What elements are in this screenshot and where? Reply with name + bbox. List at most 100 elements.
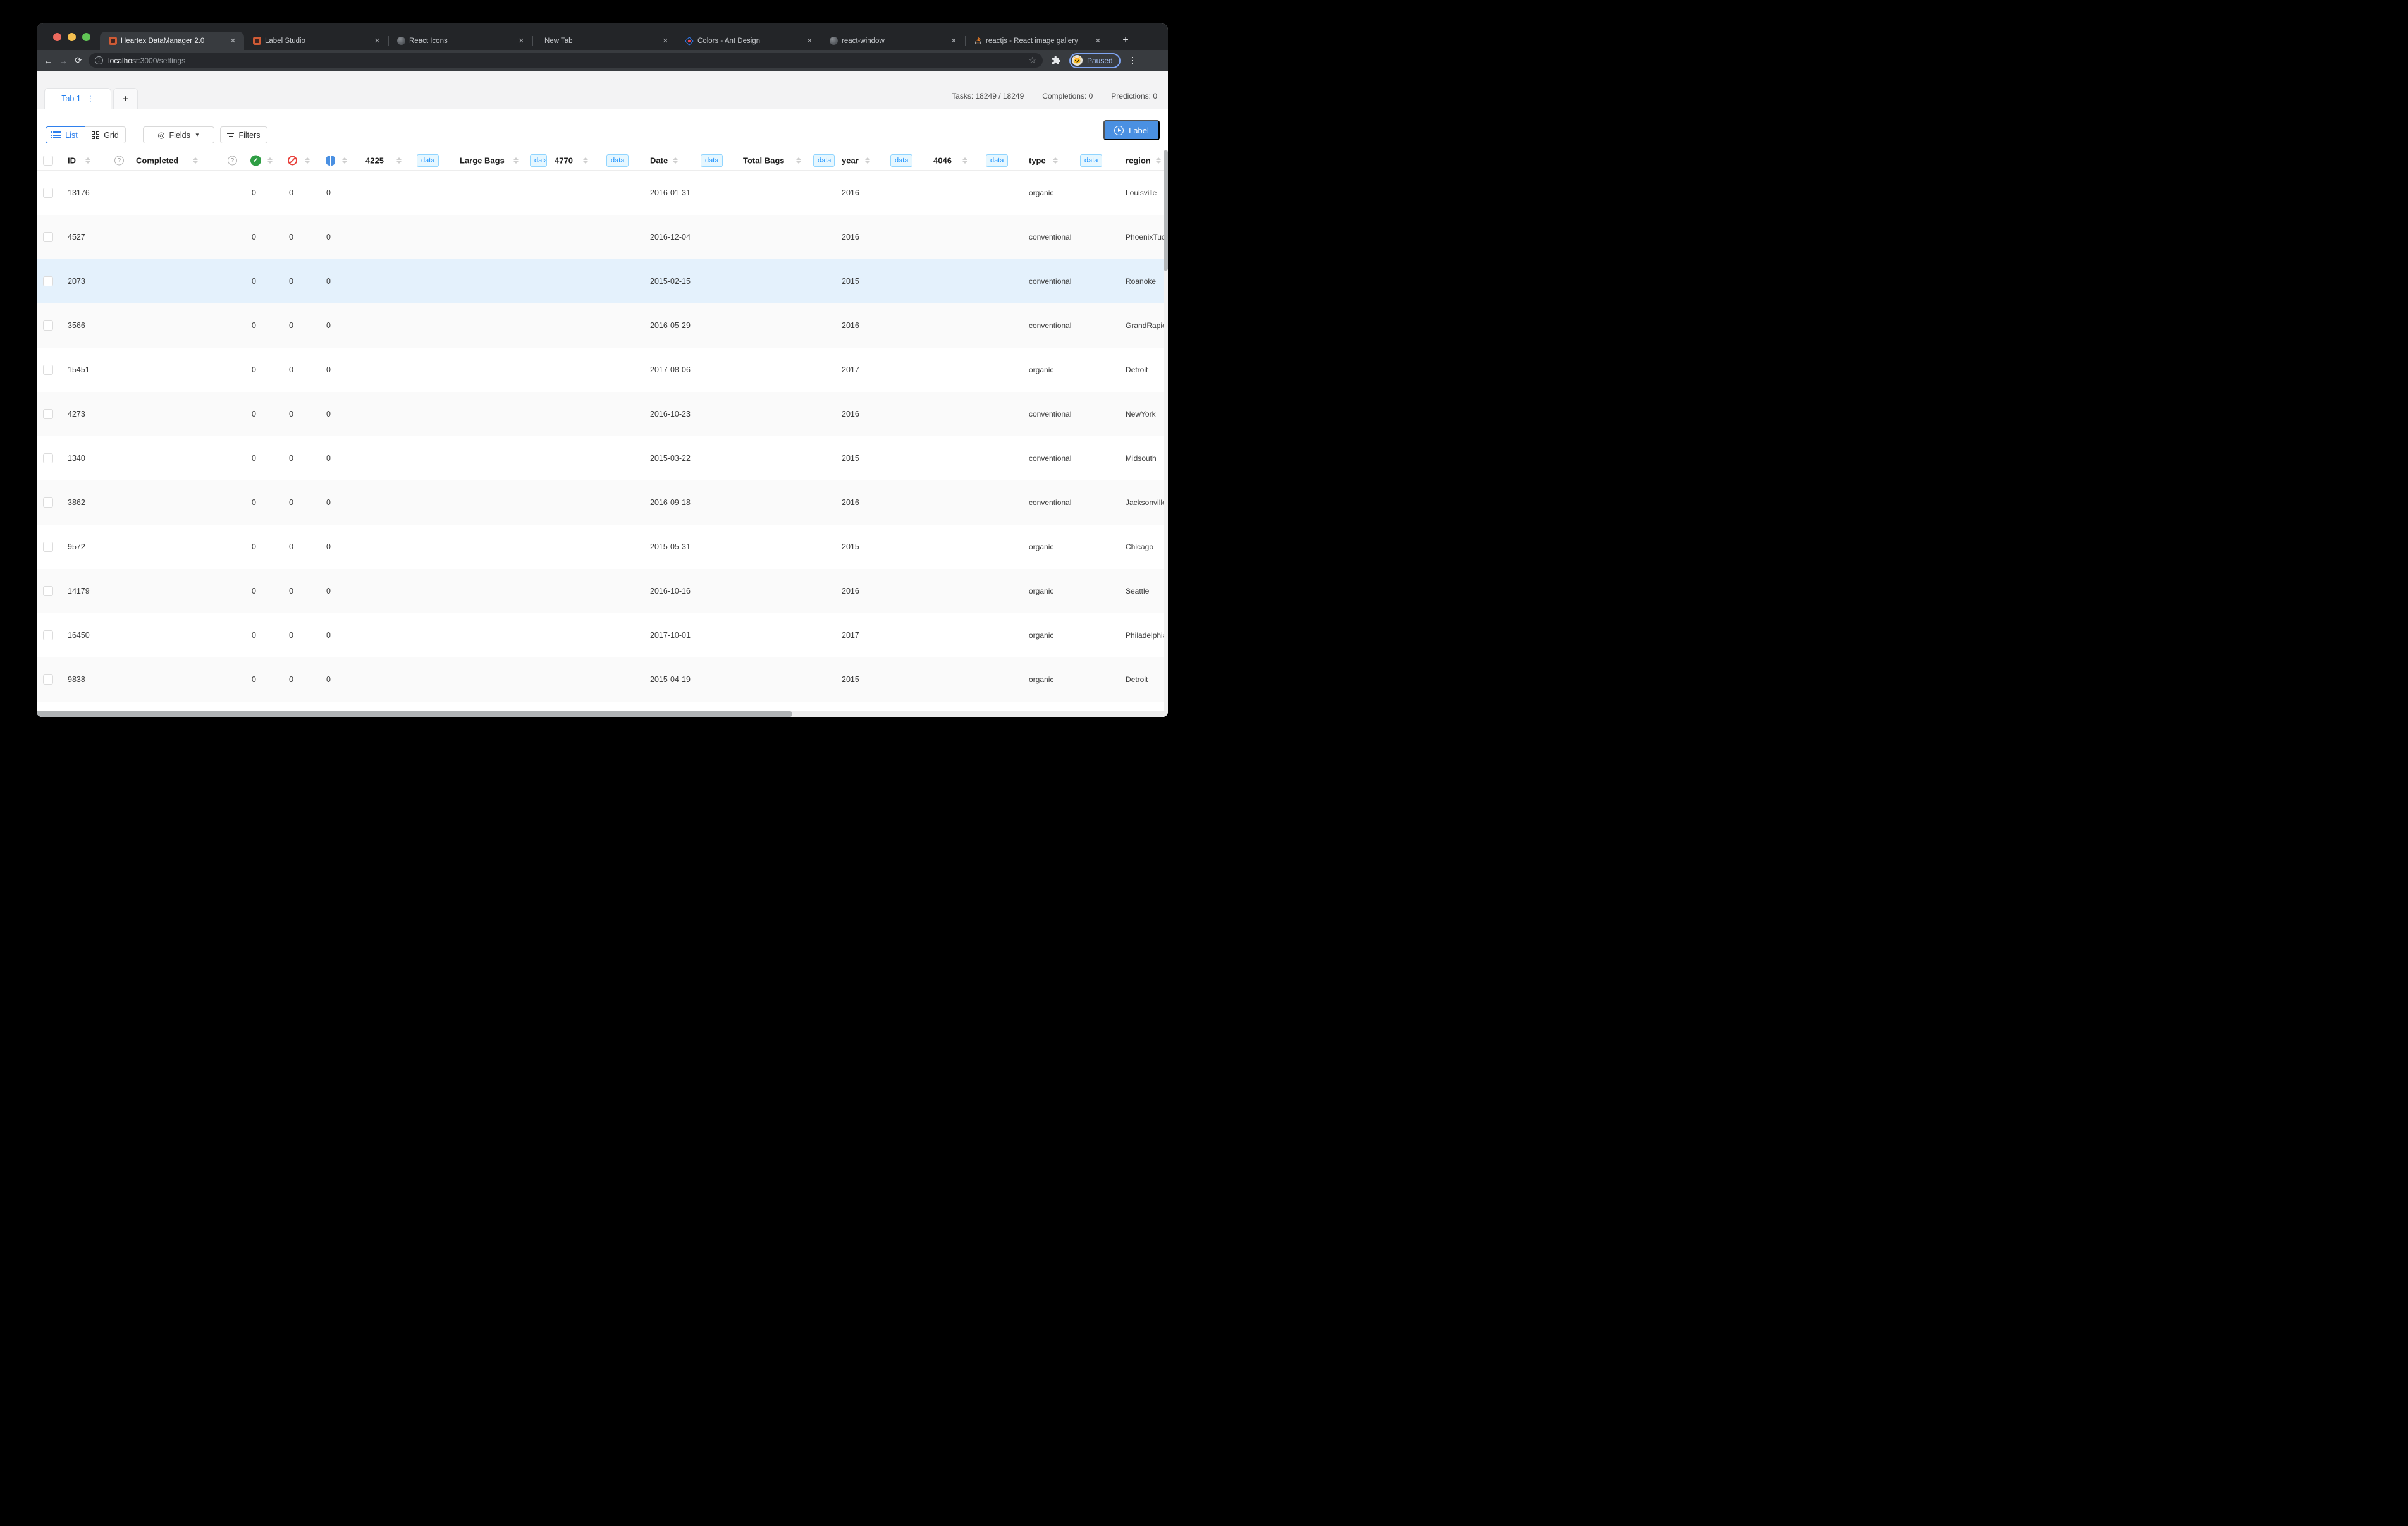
close-tab-icon[interactable]: ✕ xyxy=(228,37,238,45)
column-total-bags[interactable]: Total Bags xyxy=(743,156,785,165)
row-checkbox[interactable] xyxy=(43,320,53,331)
horizontal-scrollbar-thumb[interactable] xyxy=(37,711,792,717)
vertical-scrollbar[interactable] xyxy=(1164,150,1168,711)
column-region[interactable]: region xyxy=(1126,156,1151,165)
back-icon[interactable]: ← xyxy=(40,56,56,66)
extensions-icon[interactable] xyxy=(1052,56,1061,65)
help-icon[interactable]: ? xyxy=(114,156,124,165)
data-badge: data xyxy=(1080,154,1102,167)
sort-icon[interactable] xyxy=(583,157,588,164)
list-view-button[interactable]: List xyxy=(46,126,85,143)
column-id[interactable]: ID xyxy=(68,156,76,165)
column-type[interactable]: type xyxy=(1029,156,1046,165)
sort-icon[interactable] xyxy=(342,157,347,164)
close-tab-icon[interactable]: ✕ xyxy=(661,37,670,45)
chrome-tab[interactable]: Label Studio✕ xyxy=(244,32,388,50)
sort-icon[interactable] xyxy=(962,157,968,164)
close-tab-icon[interactable]: ✕ xyxy=(949,37,959,45)
help-icon[interactable]: ? xyxy=(228,156,237,165)
page-info-icon[interactable]: i xyxy=(95,56,103,64)
column-year[interactable]: year xyxy=(842,156,859,165)
profile-badge[interactable]: 🐱 Paused xyxy=(1069,53,1121,68)
label-button[interactable]: Label xyxy=(1103,120,1160,140)
cell-year: 2016 xyxy=(842,233,859,241)
table-row[interactable]: 141790002016-10-162016organicSeattle xyxy=(37,569,1168,613)
view-tab-1[interactable]: Tab 1 ⋮ xyxy=(44,88,111,109)
horizontal-scrollbar[interactable] xyxy=(37,711,1168,717)
chrome-tab[interactable]: reactjs - React image gallery✕ xyxy=(965,32,1109,50)
table-row[interactable]: 42730002016-10-232016conventionalNewYork xyxy=(37,392,1168,436)
sort-icon[interactable] xyxy=(865,157,870,164)
add-view-tab-button[interactable]: + xyxy=(113,88,138,109)
row-checkbox[interactable] xyxy=(43,409,53,419)
row-checkbox[interactable] xyxy=(43,542,53,552)
chrome-tab[interactable]: react-window ✕ xyxy=(821,32,965,50)
cell-id: 2073 xyxy=(68,277,85,286)
new-tab-button[interactable]: + xyxy=(1117,33,1134,48)
grid-view-button[interactable]: Grid xyxy=(85,126,126,143)
bookmark-star-icon[interactable]: ☆ xyxy=(1028,55,1036,66)
split-circle-icon[interactable] xyxy=(326,156,335,166)
close-tab-icon[interactable]: ✕ xyxy=(517,37,526,45)
table-row[interactable]: 98380002015-04-192015organicDetroit xyxy=(37,657,1168,702)
column-4770[interactable]: 4770 xyxy=(555,156,573,165)
sort-icon[interactable] xyxy=(1156,157,1161,164)
row-checkbox[interactable] xyxy=(43,586,53,596)
column-4046[interactable]: 4046 xyxy=(933,156,952,165)
chrome-tab[interactable]: New Tab✕ xyxy=(532,32,677,50)
sort-icon[interactable] xyxy=(796,157,801,164)
fields-button[interactable]: ◎ Fields ▼ xyxy=(143,126,214,143)
completed-check-icon[interactable]: ✓ xyxy=(250,155,261,166)
row-checkbox[interactable] xyxy=(43,188,53,198)
sort-icon[interactable] xyxy=(85,157,90,164)
row-checkbox[interactable] xyxy=(43,674,53,685)
column-date[interactable]: Date xyxy=(650,156,668,165)
table-row[interactable]: 154510002017-08-062017organicDetroit xyxy=(37,348,1168,392)
filters-button[interactable]: Filters xyxy=(220,126,267,143)
chrome-menu-icon[interactable]: ⋮ xyxy=(1128,55,1137,66)
table-row[interactable]: 95720002015-05-312015organicChicago xyxy=(37,525,1168,569)
close-window-button[interactable] xyxy=(53,33,61,41)
cell-region: Detroit xyxy=(1126,365,1148,374)
sort-icon[interactable] xyxy=(673,157,678,164)
cancelled-icon[interactable] xyxy=(288,156,297,165)
row-checkbox[interactable] xyxy=(43,276,53,286)
table-row[interactable]: 164500002017-10-012017organicPhiladelphi… xyxy=(37,613,1168,657)
minimize-window-button[interactable] xyxy=(68,33,76,41)
sort-icon[interactable] xyxy=(396,157,402,164)
close-tab-icon[interactable]: ✕ xyxy=(1093,37,1103,45)
table-row[interactable]: 45270002016-12-042016conventionalPhoenix… xyxy=(37,215,1168,259)
maximize-window-button[interactable] xyxy=(82,33,90,41)
table-row[interactable]: 13400002015-03-222015conventionalMidsout… xyxy=(37,436,1168,480)
sort-icon[interactable] xyxy=(193,157,198,164)
sort-icon[interactable] xyxy=(1053,157,1058,164)
column-completed[interactable]: Completed xyxy=(136,156,178,165)
row-checkbox[interactable] xyxy=(43,453,53,463)
close-tab-icon[interactable]: ✕ xyxy=(805,37,814,45)
sort-icon[interactable] xyxy=(305,157,310,164)
select-all-checkbox[interactable] xyxy=(43,156,53,166)
chrome-tab[interactable]: Colors - Ant Design✕ xyxy=(677,32,821,50)
chrome-tab[interactable]: Heartex DataManager 2.0✕ xyxy=(100,32,244,50)
row-checkbox[interactable] xyxy=(43,232,53,242)
cell-id: 4527 xyxy=(68,233,85,241)
sort-icon[interactable] xyxy=(267,157,273,164)
row-checkbox[interactable] xyxy=(43,630,53,640)
row-checkbox[interactable] xyxy=(43,497,53,508)
column-large-bags[interactable]: Large Bags xyxy=(460,156,505,165)
table-row[interactable]: 38620002016-09-182016conventionalJackson… xyxy=(37,480,1168,525)
vertical-scrollbar-thumb[interactable] xyxy=(1164,150,1168,271)
row-checkbox[interactable] xyxy=(43,365,53,375)
column-4225[interactable]: 4225 xyxy=(366,156,384,165)
table-row[interactable]: 20730002015-02-152015conventionalRoanoke xyxy=(37,259,1168,303)
tab-title: react-window xyxy=(842,37,945,45)
table-row[interactable]: 35660002016-05-292016conventionalGrandRa… xyxy=(37,303,1168,348)
forward-icon[interactable]: → xyxy=(56,56,71,66)
table-row[interactable]: 131760002016-01-312016organicLouisville xyxy=(37,171,1168,215)
address-bar[interactable]: i localhost :3000/settings ☆ xyxy=(89,53,1043,68)
reload-icon[interactable]: ⟳ xyxy=(71,55,86,66)
sort-icon[interactable] xyxy=(513,157,519,164)
chrome-tab[interactable]: React Icons✕ xyxy=(388,32,532,50)
close-tab-icon[interactable]: ✕ xyxy=(372,37,382,45)
view-tab-menu-icon[interactable]: ⋮ xyxy=(87,94,94,103)
